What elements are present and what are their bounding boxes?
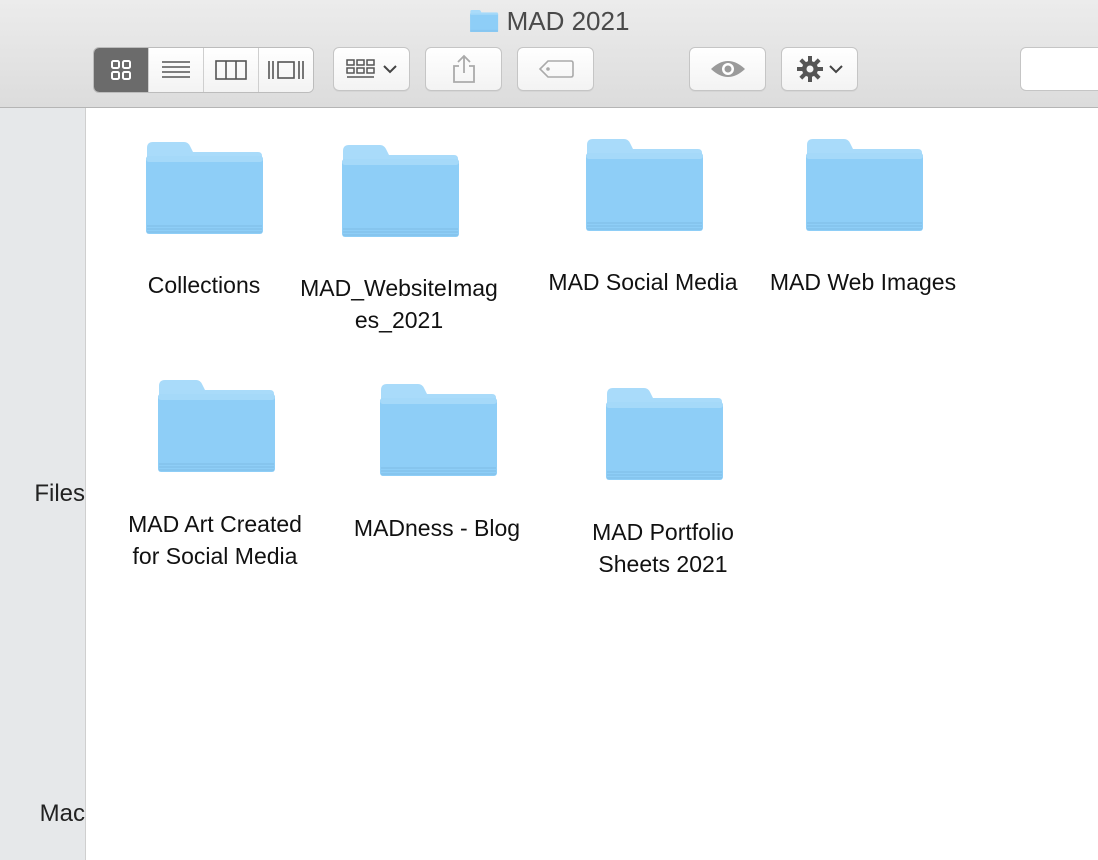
folder-label: MAD Web Images bbox=[769, 269, 957, 295]
folder-icon bbox=[804, 135, 924, 235]
folder-label: MAD Art Created for Social Media bbox=[128, 511, 302, 569]
column-view-button[interactable] bbox=[204, 48, 259, 92]
window-title: MAD 2021 bbox=[0, 4, 1098, 38]
sidebar: Files Mac bbox=[0, 108, 86, 860]
sidebar-item-mac[interactable]: Mac bbox=[0, 800, 85, 828]
group-by-button[interactable] bbox=[333, 47, 410, 91]
folder-icon bbox=[156, 376, 276, 476]
share-button[interactable] bbox=[425, 47, 502, 91]
sidebar-item-label: Mac bbox=[39, 800, 85, 827]
eye-icon bbox=[710, 61, 745, 77]
icon-view-icon bbox=[111, 60, 131, 80]
column-view-icon bbox=[215, 60, 247, 80]
folder-icon bbox=[378, 380, 498, 480]
share-icon bbox=[452, 54, 475, 83]
quick-look-button[interactable] bbox=[689, 47, 766, 91]
folder-icon bbox=[340, 141, 460, 241]
list-view-icon bbox=[162, 61, 190, 78]
view-mode-segmented-control bbox=[93, 47, 314, 93]
folder-icon bbox=[604, 384, 724, 484]
group-grid-icon bbox=[345, 59, 375, 78]
folder-label: MAD Portfolio Sheets 2021 bbox=[592, 519, 734, 577]
sidebar-item-files[interactable]: Files bbox=[0, 480, 85, 508]
gallery-view-icon bbox=[268, 61, 304, 79]
gear-icon bbox=[796, 56, 823, 82]
chevron-down-icon bbox=[828, 65, 843, 74]
action-menu-button[interactable] bbox=[781, 47, 858, 91]
list-view-button[interactable] bbox=[149, 48, 204, 92]
folder-icon bbox=[469, 9, 499, 33]
search-field[interactable] bbox=[1020, 47, 1098, 91]
toolbar: MAD 2021 bbox=[0, 0, 1098, 108]
window-title-text: MAD 2021 bbox=[506, 5, 630, 36]
folder-label: MAD Social Media bbox=[548, 269, 738, 295]
folder-label: MADness - Blog bbox=[353, 515, 521, 541]
edit-tags-button[interactable] bbox=[517, 47, 594, 91]
gallery-view-button[interactable] bbox=[259, 48, 313, 92]
chevron-down-icon bbox=[382, 65, 397, 74]
icon-view-button[interactable] bbox=[94, 48, 149, 92]
folder-icon bbox=[144, 138, 264, 238]
folder-label: MAD_WebsiteImages_2021 bbox=[300, 275, 498, 333]
folder-icon bbox=[584, 135, 704, 235]
tag-icon bbox=[538, 60, 574, 78]
file-browser-content: Collections MAD_WebsiteImages_2021 MAD S… bbox=[86, 108, 1098, 860]
folder-label: Collections bbox=[147, 272, 261, 298]
sidebar-item-label: Files bbox=[34, 480, 85, 507]
